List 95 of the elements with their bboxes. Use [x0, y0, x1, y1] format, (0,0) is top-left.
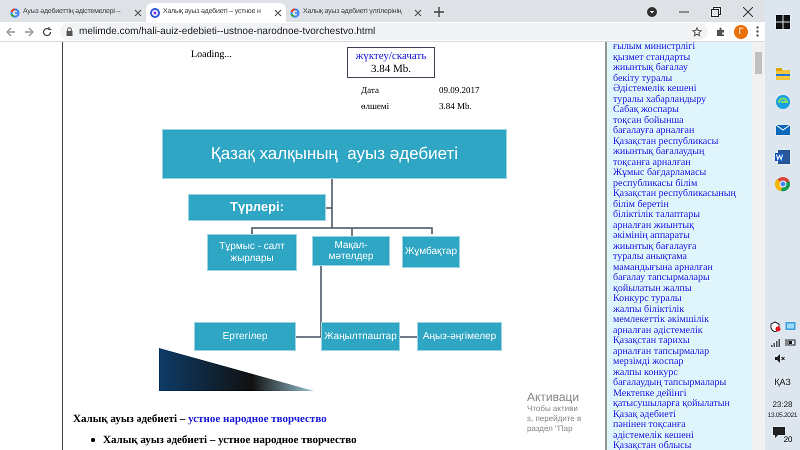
sidebar-link[interactable]: жиынтық бағалаудың — [613, 147, 752, 158]
genre-box: Тұрмыс - салт жырлары — [207, 234, 297, 271]
sidebar-link[interactable]: бағалаудың тапсырмалары — [613, 378, 752, 388]
sidebar-link[interactable]: қатысушыларға қойылатын — [613, 399, 752, 410]
sidebar-link[interactable]: жалпы конкурс — [613, 368, 752, 378]
clock-time[interactable]: 23:28 — [772, 399, 792, 410]
scrollbar[interactable] — [752, 42, 765, 450]
windows-start-icon[interactable] — [774, 14, 790, 30]
signal-icon[interactable] — [770, 336, 780, 348]
chrome-icon[interactable] — [774, 176, 790, 192]
battery-icon[interactable] — [784, 336, 796, 348]
detail-label: өлшемі — [361, 100, 390, 112]
detail-value: 3.84 Mb. — [439, 100, 473, 112]
sidebar-link[interactable]: бағалау тапсырмалары — [613, 273, 752, 284]
sidebar-link[interactable]: білім беретін — [613, 200, 752, 210]
speaker-muted-icon[interactable] — [774, 352, 785, 364]
sidebar-link[interactable]: жиынтық бағалау — [613, 63, 752, 74]
language-indicator[interactable]: ҚАЗ — [774, 376, 791, 389]
forward-icon[interactable] — [24, 26, 34, 36]
sidebar-link[interactable]: мерзімді жоспар — [613, 357, 752, 368]
menu-icon[interactable] — [756, 26, 759, 37]
restore-icon[interactable] — [711, 7, 721, 17]
types-label: Түрлері: — [188, 194, 326, 221]
sidebar-link[interactable]: мамандығына арналған — [613, 262, 752, 273]
mail-icon[interactable] — [774, 122, 790, 138]
activation-text: раздел "Пар — [527, 424, 573, 434]
sidebar-link[interactable]: мемлекеттік әкімшілік — [613, 315, 752, 326]
file-size: 3.84 Mb. — [370, 63, 412, 75]
diagram-title: Қазақ халқының ауыз әдебиеті — [162, 129, 507, 179]
genre-box: Аңыз-әңгімелер — [417, 322, 502, 351]
address-bar[interactable]: melimde.com/hali-auiz-edebieti--ustnoe-narodnoe-tvorchestvo.html — [60, 23, 708, 40]
sidebar-link[interactable]: арналған тапсырмалар — [613, 346, 752, 357]
sidebar-link[interactable]: қызмет стандарты — [613, 52, 752, 63]
tab-search-icon[interactable] — [647, 7, 657, 17]
sidebar-link[interactable]: республикасы білім — [613, 178, 752, 189]
sidebar-link[interactable]: арналған әдістемелік — [613, 326, 752, 336]
sidebar-link[interactable]: тоқсан бойынша — [613, 116, 752, 126]
sidebar-link[interactable]: Әдістемелік кешені — [613, 84, 752, 94]
folder-icon[interactable] — [774, 66, 790, 82]
sidebar-link[interactable]: Қазақ әдебиеті — [613, 410, 752, 420]
sidebar-link[interactable]: бекіту туралы — [613, 74, 752, 84]
url-text: melimde.com/hali-auiz-edebieti--ustnoe-narodnoe-tvorchestvo.html — [79, 25, 376, 39]
sidebar-link[interactable]: Қазақстан тарихы — [613, 336, 752, 346]
genre-box: Жұмбақтар — [402, 236, 460, 268]
notification-icon[interactable] — [772, 426, 786, 439]
sidebar-link[interactable]: жалпы біліктілік — [613, 304, 752, 315]
sidebar-link[interactable]: бағалауға арналған — [613, 126, 752, 136]
shield-icon[interactable] — [770, 320, 780, 332]
sidebar-link[interactable]: туралы хабарландыру — [613, 94, 752, 105]
lock-icon — [66, 27, 73, 36]
sidebar-link[interactable]: қойылатын жалпы — [613, 284, 752, 294]
close-icon[interactable] — [274, 8, 282, 16]
genre-box: Жаңылтпаштар — [321, 322, 400, 351]
intro-sentence: Халық ауыз әдебиеті – устное народное творчество — [73, 412, 327, 427]
activation-text: Чтобы активи — [527, 404, 578, 414]
download-link[interactable]: жүктеу/скачать — [356, 50, 426, 62]
reload-icon[interactable] — [42, 26, 52, 36]
activation-title: Активаци — [527, 390, 580, 404]
sidebar-link[interactable]: арналған жиынтық — [613, 220, 752, 231]
sidebar-link[interactable]: әдістемелік кешені — [613, 430, 752, 441]
list-item-text: Халық ауыз әдебиеті – устное народное творчество — [103, 434, 357, 446]
sidebar-link[interactable]: туралы анықтама — [613, 252, 752, 262]
sidebar-link[interactable]: пәнінен тоқсанға — [613, 420, 752, 430]
detail-label: Дата — [361, 84, 380, 97]
star-icon[interactable] — [692, 26, 702, 36]
loading-text: Loading... — [190, 48, 233, 62]
detail-value: 09.09.2017 — [439, 84, 480, 97]
sidebar-link[interactable]: Қазақстан республикасының — [613, 189, 752, 200]
sidebar-link[interactable]: Сабақ жоспары — [613, 105, 752, 116]
sidebar-link[interactable]: Мектепке дейінгі — [613, 388, 752, 399]
translation-link[interactable]: устное народное творчество — [188, 413, 327, 425]
notification-count: 20 — [782, 435, 794, 444]
sidebar-link[interactable]: Қазақстан облысы — [613, 441, 752, 450]
sidebar-link[interactable]: Жұмыс бағдарламасы — [613, 168, 752, 178]
puzzle-icon[interactable] — [716, 26, 726, 36]
google-g-icon — [290, 8, 300, 18]
swirl-icon — [150, 8, 160, 18]
sidebar-link[interactable]: Конкурс туралы — [613, 294, 752, 304]
scrollbar-thumb[interactable] — [755, 52, 762, 74]
sidebar-link[interactable]: жиынтық бағалауға — [613, 242, 752, 252]
close-icon[interactable] — [414, 8, 422, 16]
activation-text: s, перейдите в — [527, 414, 582, 424]
genre-box: Ертегілер — [194, 322, 296, 351]
sidebar-link[interactable]: тоқсанға арналған — [613, 158, 752, 168]
new-tab-icon[interactable] — [434, 7, 444, 17]
sidebar-link[interactable]: Қазақстан республикасы — [613, 136, 752, 147]
genre-box: Мақал-мәтелдер — [312, 236, 390, 266]
sidebar-link[interactable]: әкімінің аппараты — [613, 231, 752, 242]
sidebar-link[interactable]: біліктілік талаптары — [613, 210, 752, 220]
sidebar-link[interactable]: ғылым министрлігі — [613, 42, 752, 52]
close-icon[interactable] — [743, 7, 753, 17]
close-icon[interactable] — [134, 8, 142, 16]
google-g-icon — [10, 8, 20, 18]
back-icon[interactable] — [6, 26, 16, 36]
document-icon[interactable] — [774, 149, 790, 165]
